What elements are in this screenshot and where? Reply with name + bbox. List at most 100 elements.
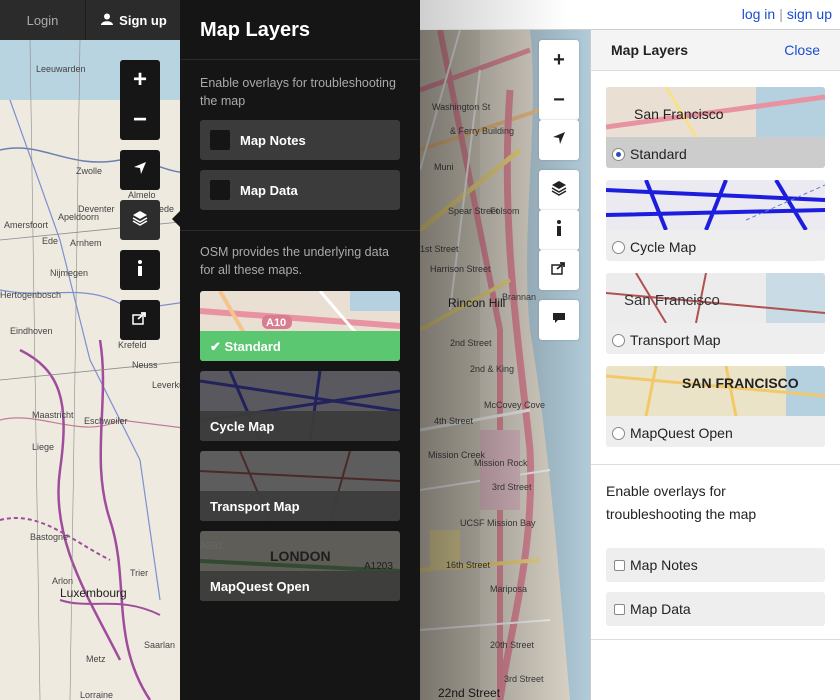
thumb-city-label: SAN FRANCISCO [682,375,799,391]
layer-option-standard[interactable]: San Francisco Standard [606,87,825,168]
layer-name: Standard [224,339,281,354]
layer-name: MapQuest Open [630,425,733,441]
share-button[interactable] [539,250,579,290]
map-label: Trier [130,568,149,578]
overlay-label: Map Data [630,601,691,617]
radio-button[interactable] [612,147,625,161]
zoom-out-button[interactable]: − [120,100,160,140]
mapquest-thumbnail: SAN FRANCISCO [606,366,825,416]
layer-option-standard[interactable]: A10 ✔ Standard [200,291,400,361]
map-label: 20th Street [490,640,535,650]
map-label: Arnhem [70,238,102,248]
panel-header: Map Layers Close [591,30,840,71]
panel-pointer [172,211,180,227]
layer-option-cycle[interactable]: Cycle Map [200,371,400,441]
layer-option-mapquest[interactable]: SAN FRANCISCO MapQuest Open [606,366,825,447]
auth-links: log in | sign up [740,6,834,22]
overlay-map-data[interactable]: Map Data [606,592,825,626]
map-label: McCovey Cove [484,400,546,410]
map-label: Hertogenbosch [0,290,62,300]
radio-button[interactable] [612,240,625,254]
layer-label: Cycle Map [612,239,696,255]
dark-layers-panel: Map Layers Enable overlays for troublesh… [172,0,420,700]
speech-bubble-icon [552,311,566,329]
info-button[interactable] [120,250,160,290]
info-icon [556,219,562,241]
map-label: Arlon [52,576,74,586]
layer-name: Standard [630,146,687,162]
info-icon [137,259,143,281]
radio-button[interactable] [612,426,625,440]
map-label: Neuss [132,360,158,370]
cycle-thumbnail [606,180,825,230]
signup-label: Sign up [119,12,167,28]
close-button[interactable]: Close [784,42,820,58]
map-label: Zwolle [76,166,103,176]
login-button[interactable]: Login [0,0,86,40]
map-label: 16th Street [446,560,491,570]
overlay-map-notes[interactable]: Map Notes [606,548,825,582]
layers-icon [132,210,148,231]
map-label: Ede [42,236,59,246]
map-label: Eindhoven [10,326,53,336]
map-label: Metz [86,654,106,664]
layers-button[interactable] [120,200,160,240]
layer-name: Transport Map [200,491,400,521]
zoom-out-button[interactable]: − [553,80,565,120]
checkbox[interactable] [614,603,625,615]
thumb-road-label: A10 [266,317,286,329]
map-label: Almelo [128,190,156,200]
map-label: Lorraine [80,690,114,700]
overlay-label: Map Notes [240,132,306,148]
map-label: 3rd Street [492,482,532,492]
signup-button[interactable]: Sign up [86,0,182,40]
map-label: Eschweiler [84,416,128,426]
map-label: Amersfoort [4,220,49,230]
map-label: Liege [32,442,55,452]
checkbox[interactable] [210,180,230,200]
locate-arrow-icon [133,161,147,180]
layer-label: ✔ Standard [200,331,400,361]
layer-label: Standard [612,146,687,162]
signup-link[interactable]: sign up [785,6,834,22]
overlay-map-notes[interactable]: Map Notes [200,120,400,160]
map-label: Luxembourg [60,586,127,600]
layer-option-transport[interactable]: San Francisco Transport Map [606,273,825,354]
layer-name: Cycle Map [200,411,400,441]
map-label: Folsom [490,206,520,216]
layers-button[interactable] [539,170,579,210]
layer-option-transport[interactable]: Transport Map [200,451,400,521]
login-link[interactable]: log in [740,6,777,22]
share-icon [551,261,567,280]
share-button[interactable] [120,300,160,340]
overlays-description: Enable overlays for troubleshooting the … [606,480,756,526]
map-label: Apeldoorn [58,212,100,222]
locate-button[interactable] [539,120,579,160]
note-button[interactable] [539,300,579,340]
layer-option-cycle[interactable]: Cycle Map [606,180,825,261]
info-button[interactable] [539,210,579,250]
radio-button[interactable] [612,333,625,347]
map-label: Washington St [432,102,491,112]
zoom-in-button[interactable]: + [120,60,160,100]
old-layers-panel: Map Layers Close San Francisco Standard [590,30,840,700]
user-icon [101,13,114,28]
locate-button[interactable] [120,150,160,190]
share-icon [132,311,148,330]
map-label: 4th Street [434,416,474,426]
overlay-map-data[interactable]: Map Data [200,170,400,210]
transport-thumbnail: San Francisco [606,273,825,323]
map-label: Leeuwarden [36,64,86,74]
composite-screenshot: Leeuwarden Zwolle Almelo Deventer Ensche… [0,0,840,700]
zoom-in-button[interactable]: + [553,40,565,80]
checkbox[interactable] [210,130,230,150]
checkbox[interactable] [614,559,625,571]
map-label: 3rd Street [504,674,544,684]
overlay-label: Map Data [240,182,298,198]
left-map-canvas[interactable]: Leeuwarden Zwolle Almelo Deventer Ensche… [0,40,200,700]
overlays-description-line: Enable overlays for [606,483,726,499]
layer-option-mapquest[interactable]: LONDON A591 A1203 MapQuest Open [200,531,400,601]
top-auth-bar: log in | sign up [420,0,840,30]
layer-label: Transport Map [612,332,721,348]
standard-thumbnail: San Francisco [606,87,825,137]
